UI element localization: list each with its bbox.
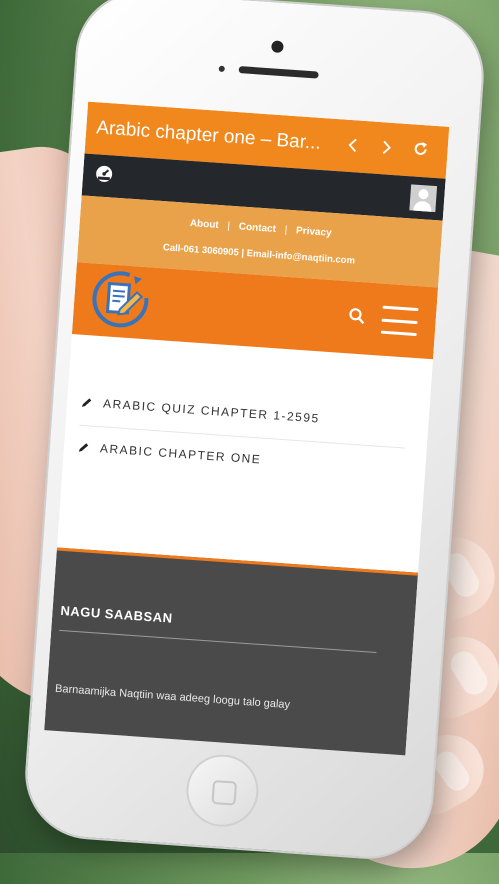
about-link[interactable]: About (189, 218, 219, 231)
chevron-left-icon[interactable] (335, 135, 370, 158)
post-title[interactable]: ARABIC CHAPTER ONE (100, 441, 262, 466)
front-camera (271, 40, 284, 54)
dashboard-icon[interactable] (94, 164, 114, 188)
search-icon[interactable] (347, 306, 367, 330)
reload-icon[interactable] (403, 138, 439, 163)
post-title[interactable]: ARABIC QUIZ CHAPTER 1-2595 (103, 396, 321, 425)
chevron-right-icon[interactable] (369, 137, 404, 160)
hamburger-menu-icon[interactable] (380, 305, 419, 337)
document-pen-logo-icon[interactable] (86, 265, 155, 338)
site-footer: NAGU SAABSAN Barnaamijka Naqtiin waa ade… (44, 547, 419, 756)
browser-page-title: Arabic chapter one – Bar... (95, 117, 322, 154)
link-separator: | (227, 220, 231, 232)
link-separator: | (284, 224, 288, 236)
post-list: ARABIC QUIZ CHAPTER 1-2595 ARABIC CHAPTE… (57, 334, 433, 573)
privacy-link[interactable]: Privacy (296, 225, 332, 238)
proximity-sensor (218, 65, 225, 73)
phone-screen: Arabic chapter one – Bar... About | Cont… (44, 101, 450, 756)
home-button-square-icon (211, 779, 238, 806)
pencil-icon (78, 443, 89, 452)
contact-link[interactable]: Contact (238, 221, 276, 235)
user-avatar-icon[interactable] (409, 184, 438, 213)
earpiece-speaker (238, 66, 319, 79)
pencil-icon (81, 398, 92, 407)
footer-description: Barnaamijka Naqtiin waa adeeg loogu talo… (54, 682, 291, 712)
phone-device: Arabic chapter one – Bar... About | Cont… (22, 0, 487, 862)
footer-heading: NAGU SAABSAN (59, 602, 379, 654)
